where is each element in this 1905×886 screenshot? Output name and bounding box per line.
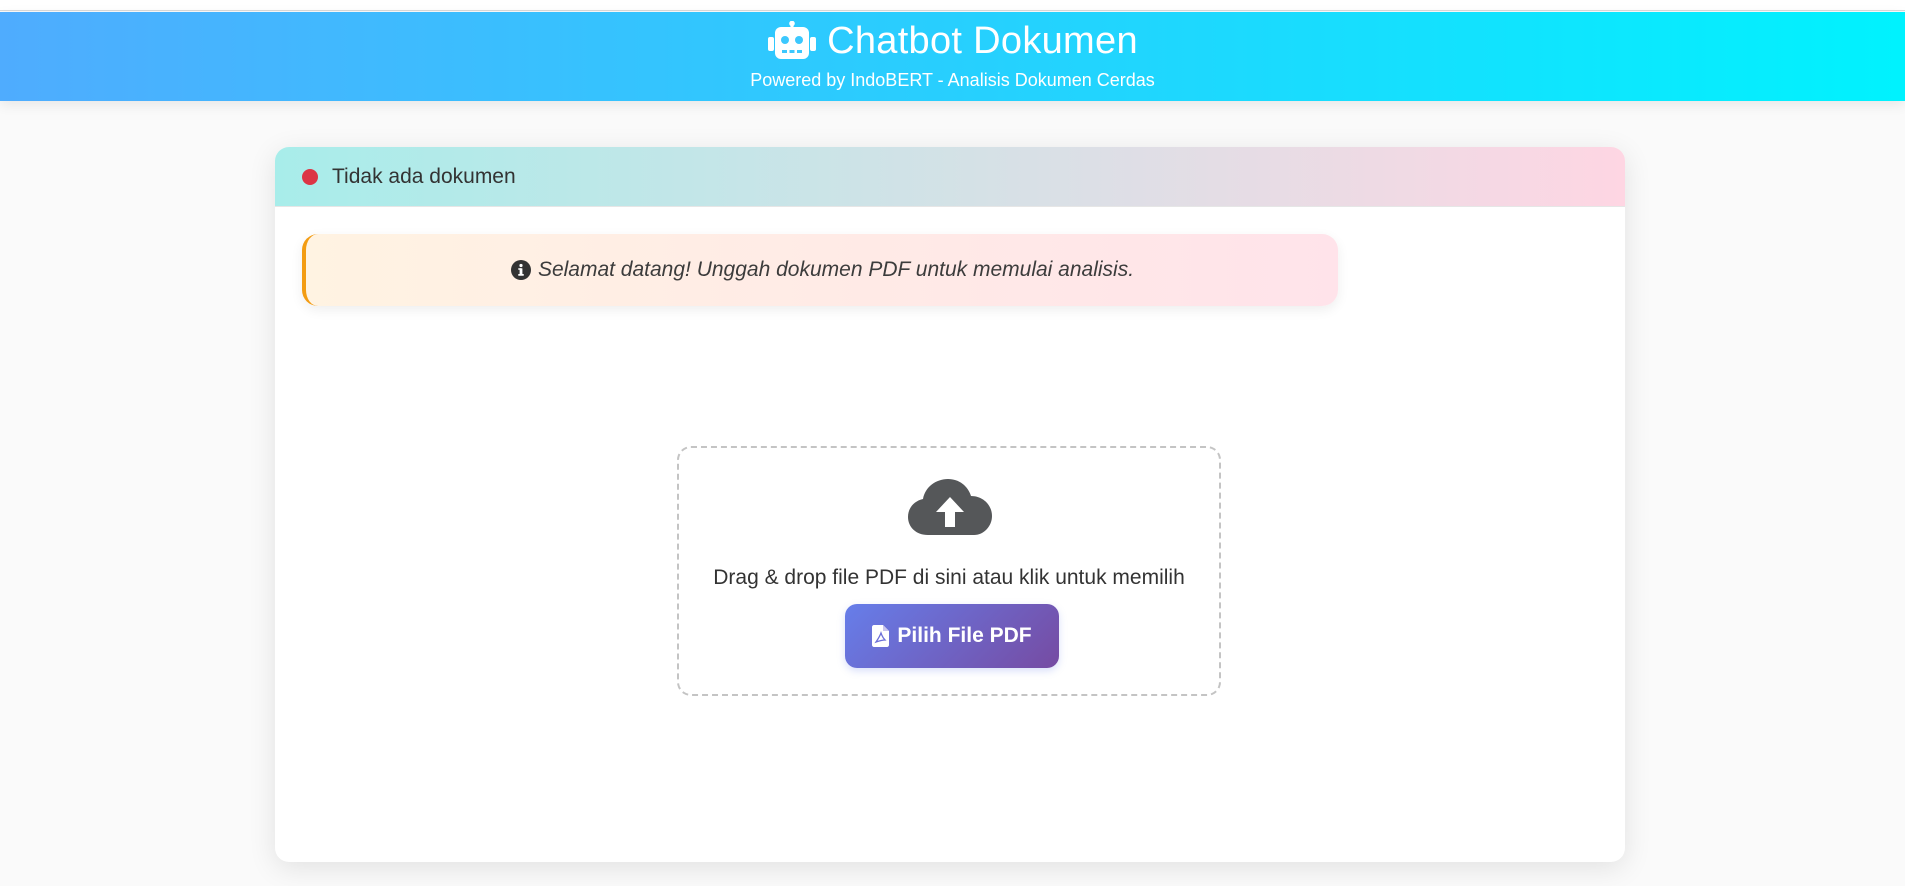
welcome-text: Selamat datang! Unggah dokumen PDF untuk…: [538, 258, 1134, 282]
main-card: Tidak ada dokumen Selamat datang! Unggah…: [275, 147, 1625, 862]
browser-top-strip: [0, 0, 1905, 11]
status-text: Tidak ada dokumen: [332, 165, 516, 189]
pdf-dropzone[interactable]: Drag & drop file PDF di sini atau klik u…: [677, 446, 1221, 696]
choose-pdf-button[interactable]: Pilih File PDF: [845, 604, 1059, 668]
document-status-bar: Tidak ada dokumen: [275, 147, 1625, 207]
app-title: Chatbot Dokumen: [827, 22, 1138, 60]
file-pdf-icon: [872, 625, 889, 647]
status-indicator-dot: [302, 169, 318, 185]
dropzone-instruction: Drag & drop file PDF di sini atau klik u…: [679, 566, 1219, 590]
robot-icon: [767, 21, 817, 61]
choose-pdf-button-label: Pilih File PDF: [897, 624, 1031, 648]
info-circle-icon: [510, 259, 532, 281]
welcome-message: Selamat datang! Unggah dokumen PDF untuk…: [302, 234, 1338, 306]
header-title-row: Chatbot Dokumen: [0, 21, 1905, 61]
app-subtitle: Powered by IndoBERT - Analisis Dokumen C…: [0, 70, 1905, 91]
cloud-upload-icon: [908, 477, 992, 537]
app-header: Chatbot Dokumen Powered by IndoBERT - An…: [0, 12, 1905, 101]
